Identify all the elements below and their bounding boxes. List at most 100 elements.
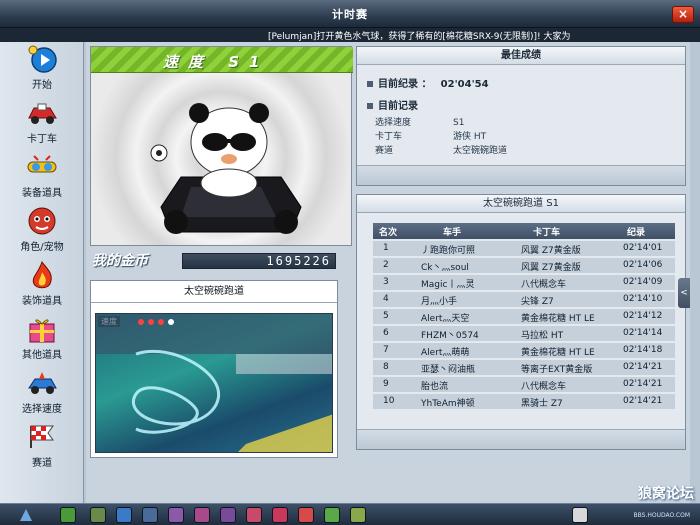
- cell-kart: 风翼 Z7黄金版: [521, 246, 581, 256]
- cell-record: 02'14'18: [623, 345, 663, 355]
- speed-banner: 速度 S1: [91, 47, 353, 73]
- sidebar-item-other[interactable]: 其他道具: [4, 314, 80, 366]
- current-record: 目前纪录 ： 02'04'54: [367, 75, 489, 90]
- cell-kart: 八代概念车: [521, 382, 567, 392]
- quest-icon[interactable]: [324, 507, 340, 523]
- gift-icon[interactable]: [246, 507, 262, 523]
- cell-racer: 丿跑跑你可照: [421, 246, 476, 256]
- table-row[interactable]: 2 Ck丶灬soul 风翼 Z7黄金版 02'14'06: [373, 258, 675, 273]
- cell-racer: 亚瑟丶闷油瓶: [421, 365, 476, 375]
- mail-icon[interactable]: [272, 507, 288, 523]
- watermark: 狼窝论坛: [638, 486, 694, 502]
- sidebar-item-label: 装备道具: [22, 188, 62, 199]
- record-row-speed: 选择速度 S1: [375, 118, 465, 128]
- table-row[interactable]: 7 Alert灬萌萌 黄金棉花糖 HT LE 02'14'18: [373, 343, 675, 358]
- current-record-label: 目前纪录 ：: [378, 79, 432, 90]
- sidebar-item-decoration[interactable]: 装饰道具: [4, 260, 80, 312]
- window-title: 计时赛: [332, 8, 368, 21]
- bullet-icon: [367, 81, 373, 87]
- flag-icon: [30, 425, 54, 448]
- character-preview: 速度 S1: [90, 46, 353, 246]
- announcement-ticker: [Pelumjan]打开黄色水气球，获得了稀有的[棉花糖SRX-9(无限制)]!…: [0, 28, 700, 42]
- header-record: 纪录: [627, 228, 646, 238]
- header-kart: 卡丁车: [533, 228, 561, 238]
- sidebar-item-speed[interactable]: 选择速度: [4, 368, 80, 420]
- best-record-panel: 最佳成绩 目前纪录 ： 02'04'54 目前记录 选择速度 S1 卡丁车 游侠 H…: [356, 46, 686, 186]
- ranking-title: 太空碗碗跑道 S1: [357, 195, 685, 213]
- header-racer: 车手: [443, 228, 462, 238]
- chat-icon[interactable]: [168, 507, 184, 523]
- club-icon[interactable]: [298, 507, 314, 523]
- table-row[interactable]: 4 月灬小手 尖锋 Z7 02'14'10: [373, 292, 675, 307]
- cell-racer: FHZM丶0574: [421, 331, 479, 341]
- character-icon: [28, 207, 56, 235]
- collapse-tab[interactable]: <: [678, 278, 690, 308]
- notepad-icon[interactable]: [572, 507, 588, 523]
- table-row[interactable]: 10 YhTeAm神顿 黑骑士 Z7 02'14'21: [373, 394, 675, 409]
- calendar-icon[interactable]: [194, 507, 210, 523]
- start-menu-icon[interactable]: [18, 507, 34, 523]
- cell-record: 02'14'14: [623, 328, 663, 338]
- table-row[interactable]: 9 胎也流 八代概念车 02'14'21: [373, 377, 675, 392]
- bullet-icon: [367, 103, 373, 109]
- cell-rank: 7: [383, 345, 389, 355]
- shop-icon[interactable]: [90, 507, 106, 523]
- cell-record: 02'14'21: [623, 396, 663, 406]
- cell-rank: 3: [383, 277, 389, 287]
- cell-rank: 2: [383, 260, 389, 270]
- table-row[interactable]: 6 FHZM丶0574 马拉松 HT 02'14'14: [373, 326, 675, 341]
- sidebar-item-track[interactable]: 赛道: [4, 422, 80, 474]
- track-panel: 太空碗碗跑道 速度: [90, 280, 338, 458]
- sidebar-item-label: 卡丁车: [27, 134, 57, 145]
- sidebar: 开始 卡丁车 装备道具 角色/宠物 装饰道具 其他道具 选择速度 赛道: [0, 42, 84, 503]
- table-row[interactable]: 8 亚瑟丶闷油瓶 等离子EXT黄金版 02'14'21: [373, 360, 675, 375]
- table-row[interactable]: 5 Alert灬天空 黄金棉花糖 HT LE 02'14'12: [373, 309, 675, 324]
- track-preview-image: 速度: [95, 313, 333, 453]
- cell-kart: 黄金棉花糖 HT LE: [521, 348, 595, 358]
- cell-rank: 1: [383, 243, 389, 253]
- cell-kart: 风翼 Z7黄金版: [521, 263, 581, 273]
- sidebar-item-character[interactable]: 角色/宠物: [4, 206, 80, 258]
- sidebar-item-kart[interactable]: 卡丁车: [4, 98, 80, 150]
- sidebar-item-label: 其他道具: [22, 350, 62, 361]
- table-row[interactable]: 1 丿跑跑你可照 风翼 Z7黄金版 02'14'01: [373, 241, 675, 256]
- back-icon[interactable]: [60, 507, 76, 523]
- sidebar-item-label: 角色/宠物: [20, 242, 64, 253]
- cell-record: 02'14'21: [623, 379, 663, 389]
- friends-icon[interactable]: [220, 507, 236, 523]
- cell-kart: 八代概念车: [521, 280, 567, 290]
- current-records-label: 目前记录: [378, 101, 418, 112]
- sidebar-item-equipment[interactable]: 装备道具: [4, 152, 80, 204]
- tool-icon[interactable]: [142, 507, 158, 523]
- cell-rank: 5: [383, 311, 389, 321]
- cell-racer: 胎也流: [421, 382, 449, 392]
- cell-racer: Alert灬萌萌: [421, 348, 470, 358]
- cell-rank: 8: [383, 362, 389, 372]
- cell-racer: Alert灬天空: [421, 314, 470, 324]
- cell-record: 02'14'21: [623, 362, 663, 372]
- home-icon[interactable]: [116, 507, 132, 523]
- track-map: [96, 314, 332, 452]
- ranking-header-row: 名次 车手 卡丁车 纪录: [373, 223, 675, 239]
- current-records-header: 目前记录: [367, 97, 418, 112]
- cell-racer: Ck丶灬soul: [421, 263, 469, 273]
- table-row[interactable]: 3 Magic丨灬灵 八代概念车 02'14'09: [373, 275, 675, 290]
- coins-value: 1695226: [182, 253, 336, 269]
- record-row-kart: 卡丁车 游侠 HT: [375, 132, 487, 142]
- cell-kart: 马拉松 HT: [521, 331, 564, 341]
- speed-kart-icon: [28, 372, 57, 394]
- giftbox-icon: [29, 319, 55, 343]
- best-record-title: 最佳成绩: [357, 47, 685, 65]
- cell-kart: 黄金棉花糖 HT LE: [521, 314, 595, 324]
- close-button[interactable]: ×: [672, 6, 694, 23]
- start-icon: [28, 45, 57, 73]
- cell-record: 02'14'10: [623, 294, 663, 304]
- panda-kart-image: [150, 103, 302, 234]
- options-icon[interactable]: [350, 507, 366, 523]
- sidebar-item-start[interactable]: 开始: [4, 44, 80, 96]
- cell-kart: 黑骑士 Z7: [521, 399, 563, 409]
- ranking-panel: 太空碗碗跑道 S1 名次 车手 卡丁车 纪录 1 丿跑跑你可照 风翼 Z7黄金版 02…: [356, 194, 686, 450]
- sidebar-item-label: 赛道: [32, 458, 52, 469]
- sidebar-item-label: 选择速度: [22, 404, 62, 415]
- goggles-icon: [27, 155, 57, 173]
